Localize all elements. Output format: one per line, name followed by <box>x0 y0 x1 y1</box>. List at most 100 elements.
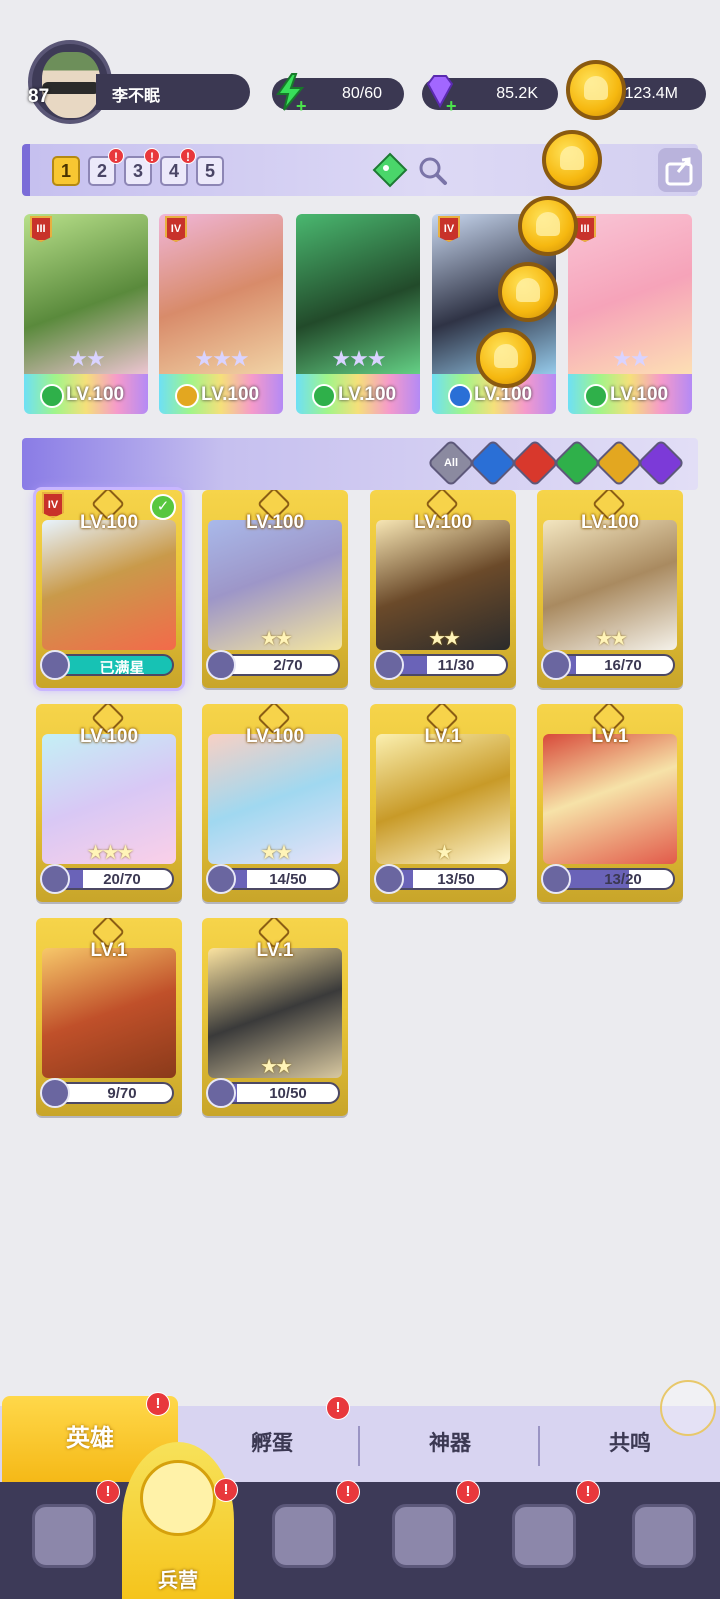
team-slot-5[interactable]: 5 <box>196 156 224 186</box>
search-icon[interactable] <box>416 154 448 186</box>
team-member-card[interactable]: IV ★★★ LV.100 <box>159 214 283 414</box>
add-energy-icon[interactable]: + <box>296 96 307 117</box>
sub-tab-bar: 英雄 ! 孵蛋 ! 神器 共鸣 <box>0 1392 720 1482</box>
hero-level: LV.1 <box>256 940 294 961</box>
hero-card[interactable]: LV.100 ★★ 16/70 <box>537 490 683 688</box>
tier-badge: III <box>30 216 52 242</box>
star-rating: ★★ <box>428 628 461 650</box>
tab-artifact[interactable]: 神器 <box>362 1406 538 1482</box>
shard-icon <box>40 1078 70 1108</box>
hero-card[interactable]: LV.100 ★★ 2/70 <box>202 490 348 688</box>
energy-counter[interactable]: + 80/60 <box>272 73 404 116</box>
hero-portrait <box>42 520 176 650</box>
nav-barracks-label: 兵营 <box>158 1570 198 1592</box>
team-member-card[interactable]: ★★★ LV.100 <box>296 214 420 414</box>
tab-divider <box>538 1426 540 1466</box>
hero-level: LV.100 <box>79 726 139 747</box>
alert-badge: ! <box>146 1392 170 1416</box>
hero-level: LV.100 <box>413 512 473 533</box>
hero-card[interactable]: LV.1 ★★ 10/50 <box>202 918 348 1116</box>
hero-card[interactable]: LV.1 13/20 <box>537 704 683 902</box>
cards-icon <box>32 1504 96 1568</box>
alert-badge: ! <box>144 148 160 164</box>
element-nature-icon <box>584 384 608 408</box>
star-rating: ★ <box>435 842 454 864</box>
element-water-icon <box>448 384 472 408</box>
filter-nature-icon[interactable] <box>552 438 602 488</box>
team-slot-1[interactable]: 1 <box>52 156 80 186</box>
alert-badge: ! <box>326 1396 350 1420</box>
hero-level: LV.100 <box>245 726 305 747</box>
gem-shop-icon[interactable] <box>372 152 408 188</box>
gold-coin-icon <box>518 196 578 256</box>
gold-coin-icon <box>566 60 626 120</box>
nav-castle[interactable]: ! <box>360 1480 480 1599</box>
tier-badge: IV <box>165 216 187 242</box>
element-nature-icon <box>40 384 64 408</box>
nav-guild[interactable]: ! <box>480 1480 600 1599</box>
shard-icon <box>374 650 404 680</box>
shard-icon <box>40 650 70 680</box>
alert-badge: ! <box>96 1480 120 1504</box>
nav-book[interactable]: ! <box>240 1480 360 1599</box>
gem-counter[interactable]: + 85.2K <box>422 75 558 116</box>
alert-badge: ! <box>456 1480 480 1504</box>
tier-badge: IV <box>42 492 64 518</box>
team-member-card[interactable]: III ★★ LV.100 <box>24 214 148 414</box>
filter-all-button[interactable]: All <box>426 438 476 488</box>
filter-light-icon[interactable] <box>594 438 644 488</box>
star-rating: ★★ <box>612 346 649 371</box>
check-icon: ✓ <box>150 494 176 520</box>
hero-level: LV.1 <box>591 726 629 747</box>
hero-card[interactable]: LV.100 ★★ 11/30 <box>370 490 516 688</box>
alert-badge: ! <box>576 1480 600 1504</box>
element-light-icon <box>175 384 199 408</box>
hero-card[interactable]: LV.1 ★ 13/50 <box>370 704 516 902</box>
filter-dark-icon[interactable] <box>636 438 686 488</box>
alert-badge: ! <box>214 1478 238 1502</box>
gold-value: 123.4M <box>624 85 678 102</box>
shard-icon <box>206 650 236 680</box>
hero-level: LV.1 <box>90 940 128 961</box>
hero-card[interactable]: LV.100 ★★★ 20/70 <box>36 704 182 902</box>
star-rating: ★★ <box>68 346 105 371</box>
team-member-card[interactable]: III ★★ LV.100 <box>568 214 692 414</box>
floating-menu-button[interactable] <box>660 1380 716 1436</box>
star-rating: ★★★ <box>86 842 135 864</box>
nav-barracks[interactable]: 兵营 ! <box>118 1442 238 1599</box>
share-icon <box>665 157 693 186</box>
hero-card[interactable]: LV.100 ★★ 14/50 <box>202 704 348 902</box>
filter-fire-icon[interactable] <box>510 438 560 488</box>
element-filter-bar: All <box>22 438 698 490</box>
shard-icon <box>541 650 571 680</box>
star-rating: ★★ <box>260 1056 293 1078</box>
add-gem-icon[interactable]: + <box>446 96 457 117</box>
hero-card[interactable]: LV.1 9/70 <box>36 918 182 1116</box>
gold-coin-icon <box>498 262 558 322</box>
nav-banner[interactable] <box>600 1482 720 1599</box>
star-rating: ★★ <box>260 628 293 650</box>
star-rating: ★★ <box>260 842 293 864</box>
star-rating: ★★ <box>595 628 628 650</box>
share-button[interactable] <box>658 148 702 192</box>
shard-icon <box>40 864 70 894</box>
hero-card[interactable]: LV.100 已满星 IV ✓ <box>36 490 182 688</box>
player-name: 李不眠 <box>96 74 250 110</box>
gold-coin-icon <box>476 328 536 388</box>
filter-water-icon[interactable] <box>468 438 518 488</box>
castle-icon <box>392 1504 456 1568</box>
gold-coin-icon <box>542 130 602 190</box>
book-icon <box>272 1504 336 1568</box>
guild-icon <box>512 1504 576 1568</box>
nav-cards[interactable]: ! <box>0 1480 120 1599</box>
star-rating: ★★★ <box>331 346 386 371</box>
tab-divider <box>358 1426 360 1466</box>
bottom-navigation: ! 兵营 ! ! ! ! <box>0 1442 720 1599</box>
alert-badge: ! <box>108 148 124 164</box>
hero-portrait <box>543 734 677 864</box>
star-rating: ★★★ <box>194 346 249 371</box>
shard-icon <box>541 864 571 894</box>
hero-level: LV.1 <box>424 726 462 747</box>
energy-value: 80/60 <box>341 85 382 102</box>
barracks-icon <box>140 1460 216 1536</box>
